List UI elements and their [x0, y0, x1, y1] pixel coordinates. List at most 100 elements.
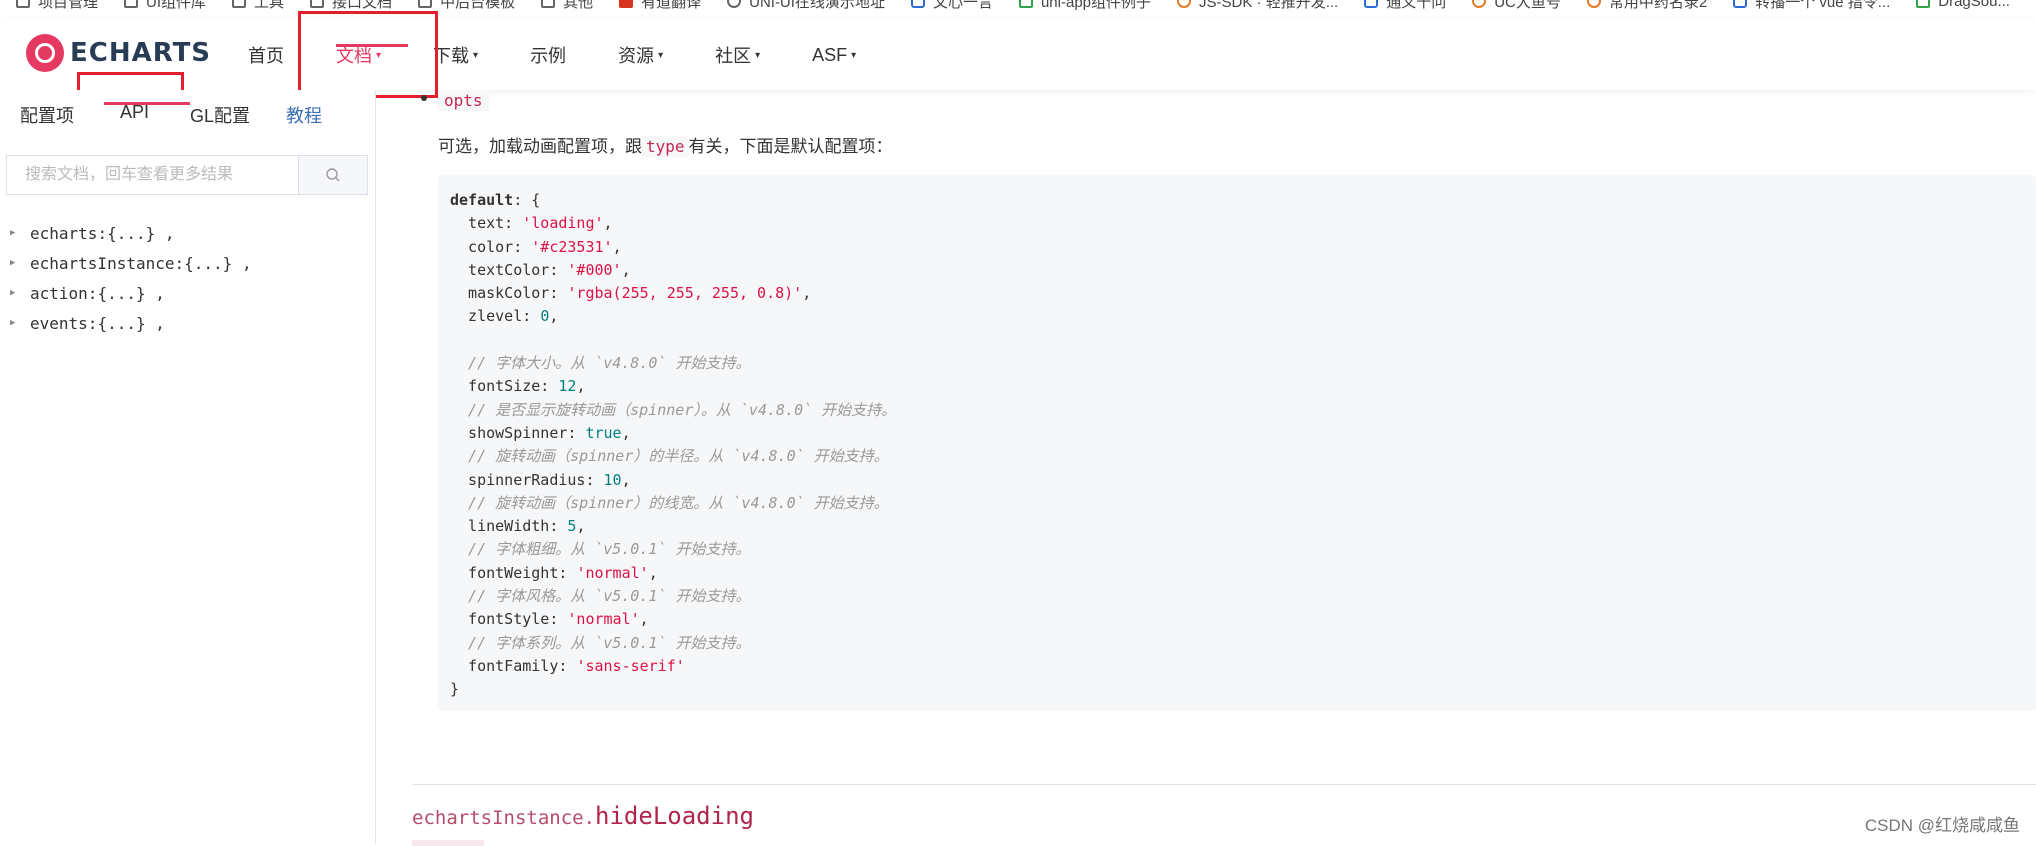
- tree-value: {...} ,: [97, 283, 165, 303]
- code-token: fontWeight:: [450, 563, 577, 582]
- nav-item[interactable]: 资源 ▾: [618, 42, 663, 68]
- code-token: maskColor:: [450, 284, 568, 303]
- bookmark-item[interactable]: 文心一言: [910, 0, 993, 11]
- tree-separator: :: [87, 313, 98, 333]
- bookmark-item[interactable]: JS-SDK · 轻推开发...: [1177, 0, 1338, 11]
- tree-separator: :: [87, 283, 98, 303]
- nav-item[interactable]: 下载 ▾: [433, 42, 478, 68]
- jssdk-icon: [1177, 0, 1192, 8]
- nav-item[interactable]: 社区 ▾: [715, 42, 760, 68]
- bookmark-label: 有道翻译: [641, 0, 702, 11]
- tree-separator: :: [97, 223, 108, 243]
- code-token: // 字体风格。从 `v5.0.1` 开始支持。: [450, 587, 751, 606]
- logo-text: ECHARTS: [70, 38, 212, 68]
- folder-icon: [541, 0, 556, 8]
- bookmark-label: 转播一个 vue 指令...: [1755, 0, 1891, 11]
- bookmark-item[interactable]: UI组件库: [124, 0, 206, 11]
- bookmark-item[interactable]: 其他: [541, 0, 593, 11]
- desc-code-type: type: [642, 136, 689, 157]
- next-section-heading[interactable]: echartsInstance.hideLoading: [412, 802, 754, 830]
- search-input[interactable]: [7, 156, 298, 194]
- desc-text-before: 可选，加载动画配置项，跟: [438, 137, 642, 156]
- code-token: 'loading': [522, 214, 604, 233]
- expand-arrow-icon[interactable]: ▶: [10, 228, 30, 238]
- tongyi-icon: [1364, 0, 1379, 8]
- tab-api[interactable]: API: [120, 102, 149, 123]
- bookmark-item[interactable]: 中后台模板: [418, 0, 515, 11]
- nav-item-label: 示例: [530, 46, 567, 66]
- tab-config[interactable]: 配置项: [20, 102, 74, 128]
- folder-icon: [232, 0, 247, 8]
- herb-icon: [1586, 0, 1601, 8]
- bookmark-label: uni-app组件例子: [1040, 0, 1152, 11]
- nav-item[interactable]: ASF ▾: [812, 45, 856, 66]
- bookmark-label: DragSou...: [1938, 0, 2010, 10]
- code-token: 'normal': [567, 610, 640, 629]
- chevron-down-icon: ▾: [473, 49, 479, 61]
- tree-item[interactable]: ▶ action: {...} ,: [10, 278, 252, 308]
- list-bullet: [421, 95, 427, 101]
- bookmark-item[interactable]: 转播一个 vue 指令...: [1733, 0, 1890, 11]
- bookmark-label: UNI-UI在线演示地址: [749, 0, 885, 11]
- bookmark-item[interactable]: 通义千问: [1364, 0, 1446, 11]
- tree-value: {...} ,: [184, 253, 252, 273]
- bookmark-item[interactable]: UNI-UI在线演示地址: [727, 0, 885, 11]
- section-divider: [412, 784, 2036, 785]
- tree-key: echarts: [30, 223, 98, 243]
- nav-item-label: 下载: [433, 46, 470, 66]
- echarts-logo[interactable]: ECHARTS: [26, 34, 211, 72]
- doc-content: opts 可选，加载动画配置项，跟 type 有关，下面是默认配置项： defaul…: [376, 90, 2036, 846]
- bookmark-item[interactable]: 项目管理: [16, 0, 98, 11]
- code-token: text:: [450, 214, 523, 233]
- code-token: // 是否显示旋转动画（spinner）。从 `v4.8.0` 开始支持。: [450, 400, 897, 419]
- bookmark-item[interactable]: DragSou...: [1916, 0, 2010, 10]
- expand-arrow-icon[interactable]: ▶: [10, 288, 30, 298]
- tree-item[interactable]: ▶ events: {...} ,: [10, 308, 252, 338]
- code-token: true: [585, 423, 622, 442]
- tab-gl-config[interactable]: GL配置: [190, 102, 250, 128]
- code-token: }: [450, 680, 460, 699]
- bookmark-item[interactable]: uni-app组件例子: [1018, 0, 1152, 11]
- api-tree: ▶ echarts: {...} , ▶ echartsInstance: {...}…: [10, 218, 252, 338]
- expand-arrow-icon[interactable]: ▶: [10, 258, 30, 268]
- bookmark-label: UC大鱼号: [1494, 0, 1561, 11]
- code-text: default: { text: 'loading', color: '#c23…: [450, 189, 896, 702]
- folder-icon: [418, 0, 433, 8]
- nav-item[interactable]: 首页: [248, 42, 284, 68]
- chevron-down-icon: ▾: [851, 49, 857, 61]
- nav-item[interactable]: 示例: [530, 42, 566, 68]
- bookmark-label: 常用中药名录2: [1608, 0, 1708, 11]
- nav-item-label: 首页: [248, 46, 284, 66]
- code-token: ,: [648, 563, 658, 582]
- bookmark-item[interactable]: 有道翻译: [619, 0, 701, 11]
- next-section-name: hideLoading: [595, 802, 754, 830]
- bookmark-item[interactable]: 工具: [232, 0, 284, 11]
- bookmarks-bar: 项目管理 UI组件库 工具 接口文档 中后台模板 其他 有道翻译 UNI-UI在线演示地址 文心…: [0, 0, 2036, 11]
- tree-item[interactable]: ▶ echarts: {...} ,: [10, 218, 252, 248]
- expand-arrow-icon[interactable]: ▶: [10, 318, 30, 328]
- code-token: // 旋转动画（spinner）的线宽。从 `v4.8.0` 开始支持。: [450, 493, 889, 512]
- bookmark-label: 项目管理: [38, 0, 99, 11]
- bookmark-item[interactable]: 接口文档: [310, 0, 392, 11]
- tree-value: {...} ,: [107, 223, 175, 243]
- code-token: ,: [603, 214, 613, 233]
- doc-icon: [1916, 0, 1931, 8]
- code-token: // 字体系列。从 `v5.0.1` 开始支持。: [450, 633, 751, 652]
- bookmark-label: 文心一言: [932, 0, 993, 11]
- tab-tutorial[interactable]: 教程: [286, 102, 322, 128]
- code-token: // 旋转动画（spinner）的半径。从 `v4.8.0` 开始支持。: [450, 447, 889, 466]
- search-icon: [326, 168, 340, 182]
- search-button[interactable]: [298, 156, 367, 194]
- code-token: textColor:: [450, 260, 568, 279]
- code-token: 12: [558, 377, 577, 396]
- code-token: 'normal': [576, 563, 649, 582]
- code-token: fontSize:: [450, 377, 559, 396]
- tree-item[interactable]: ▶ echartsInstance: {...} ,: [10, 248, 252, 278]
- bookmark-item[interactable]: UC大鱼号: [1472, 0, 1561, 11]
- tree-separator: :: [174, 253, 185, 273]
- tree-key: action: [30, 283, 88, 303]
- code-token: '#000': [567, 260, 622, 279]
- bookmark-item[interactable]: 常用中药名录2: [1586, 0, 1708, 11]
- code-token: 10: [603, 470, 622, 489]
- docs-sidebar: 配置项 API GL配置 教程 ▶echarts: {...} ,▶echart…: [0, 90, 376, 844]
